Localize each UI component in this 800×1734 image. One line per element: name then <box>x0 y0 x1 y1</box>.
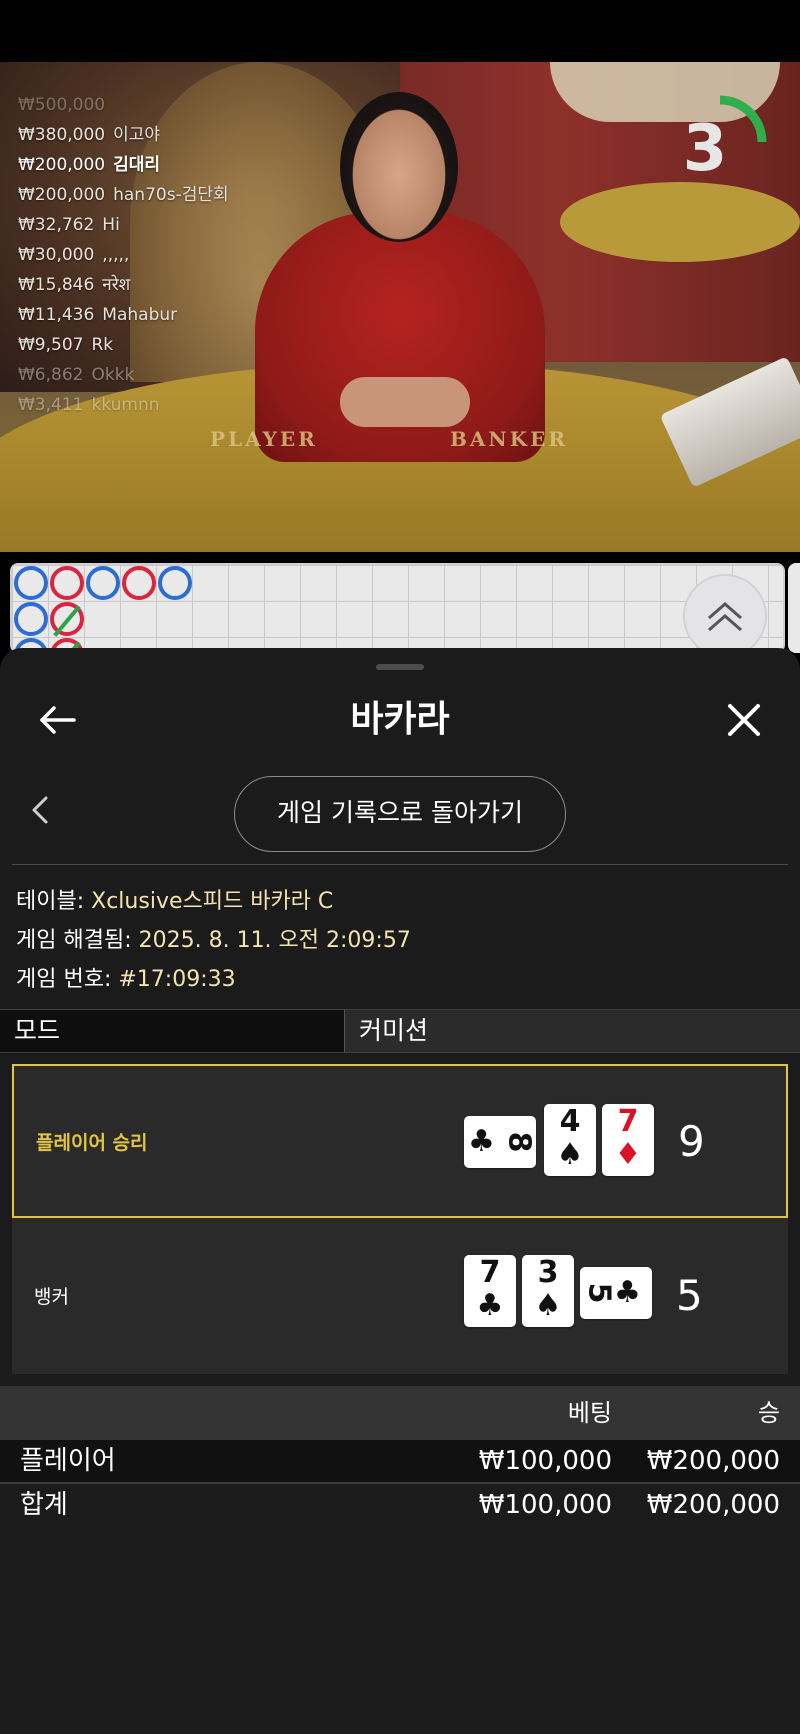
winner-row: ₩500,000 <box>18 95 106 115</box>
playing-card: 5 ♣ <box>580 1267 652 1319</box>
column-win: 승 <box>757 1399 780 1427</box>
table-row-total: 합계 ₩100,000 ₩200,000 <box>0 1482 800 1524</box>
playing-card: 7 ♣ <box>464 1255 516 1327</box>
sheet-header: 바카라 <box>0 688 800 752</box>
winner-row: ₩200,000 han70s-검단회 <box>18 185 229 205</box>
bead-tie <box>50 602 84 637</box>
felt-banker-label: BANKER <box>450 427 568 451</box>
roadmap-next-panel[interactable] <box>788 563 800 653</box>
tab-commission[interactable]: 커미션 <box>345 1010 800 1052</box>
back-to-history-button[interactable]: 게임 기록으로 돌아가기 <box>234 776 566 852</box>
bead-player <box>86 566 120 600</box>
countdown-timer: 3 <box>682 112 728 186</box>
felt-player-label: PLAYER <box>210 427 318 451</box>
divider <box>12 864 788 865</box>
winner-row: ₩3,411 kkumnn <box>18 395 160 415</box>
sheet-title: 바카라 <box>350 699 450 740</box>
player-score: 9 <box>678 1116 705 1166</box>
player-result-label: 플레이어 승리 <box>36 1131 148 1154</box>
column-bet: 베팅 <box>567 1399 612 1427</box>
player-result: 플레이어 승리 ♣ 8 4 ♠ 7 ♦ 9 <box>12 1064 788 1218</box>
app-root: PLAYER BANKER ₩500,000 ₩380,000 이고야 ₩200,… <box>0 0 800 1734</box>
table-row: 플레이어 ₩100,000 ₩200,000 <box>0 1440 800 1482</box>
bead-banker <box>50 566 84 600</box>
info-tabs: 모드 커미션 <box>0 1009 800 1053</box>
winner-row: ₩9,507 Rk <box>18 335 114 355</box>
double-chevron-up-icon <box>708 602 742 632</box>
winner-row: ₩15,846 नरेश <box>18 275 131 295</box>
winner-row: ₩32,762 Hi <box>18 215 120 235</box>
bets-table: 베팅 승 플레이어 ₩100,000 ₩200,000 합계 ₩100,000 … <box>0 1386 800 1524</box>
status-bar <box>0 0 800 62</box>
bead-player <box>158 566 192 600</box>
winner-row: ₩6,862 Okkk <box>18 365 135 385</box>
chevron-left-icon[interactable] <box>26 790 56 830</box>
game-results: 플레이어 승리 ♣ 8 4 ♠ 7 ♦ 9 뱅커 7 ♣ 3 ♠ 5 ♣ 5 <box>12 1064 788 1374</box>
winner-row: ₩11,436 Mahabur <box>18 305 178 325</box>
playing-card: 7 ♦ <box>602 1104 654 1176</box>
info-table: 테이블: Xclusive스피드 바카라 C <box>16 889 334 914</box>
banker-result-label: 뱅커 <box>34 1285 69 1308</box>
expand-roadmap-button[interactable] <box>683 574 767 658</box>
banker-result: 뱅커 7 ♣ 3 ♠ 5 ♣ 5 <box>12 1218 788 1372</box>
live-video[interactable]: PLAYER BANKER ₩500,000 ₩380,000 이고야 ₩200,… <box>0 62 800 552</box>
bets-header: 베팅 승 <box>0 1386 800 1440</box>
tab-mode[interactable]: 모드 <box>0 1010 345 1052</box>
dealer-hands <box>340 377 470 427</box>
close-icon[interactable] <box>722 698 766 742</box>
game-detail-sheet: 바카라 게임 기록으로 돌아가기 테이블: Xclusive스피드 바카라 C … <box>0 648 800 1734</box>
back-arrow-icon[interactable] <box>36 698 80 742</box>
info-resolved: 게임 해결됨: 2025. 8. 11. 오전 2:09:57 <box>16 928 411 953</box>
banker-score: 5 <box>676 1270 703 1320</box>
playing-card: 4 ♠ <box>544 1104 596 1176</box>
winner-row: ₩30,000,,,,, <box>18 245 130 265</box>
bead-player <box>14 602 48 636</box>
winners-list: ₩500,000 ₩380,000 이고야 ₩200,000 김대리 ₩200,00… <box>18 90 318 420</box>
bead-banker <box>122 566 156 600</box>
bead-road[interactable] <box>10 563 785 653</box>
winner-row: ₩200,000 김대리 <box>18 155 161 175</box>
playing-card: ♣ 8 <box>464 1116 536 1168</box>
winner-row: ₩380,000 이고야 <box>18 125 161 145</box>
bead-player <box>14 566 48 600</box>
sheet-grabber[interactable] <box>376 664 424 670</box>
info-game-number: 게임 번호: #17:09:33 <box>16 967 236 992</box>
game-info: 테이블: Xclusive스피드 바카라 C 게임 해결됨: 2025. 8. … <box>16 882 796 999</box>
playing-card: 3 ♠ <box>522 1255 574 1327</box>
dealer-head <box>340 92 458 242</box>
video-side-table <box>560 182 800 262</box>
